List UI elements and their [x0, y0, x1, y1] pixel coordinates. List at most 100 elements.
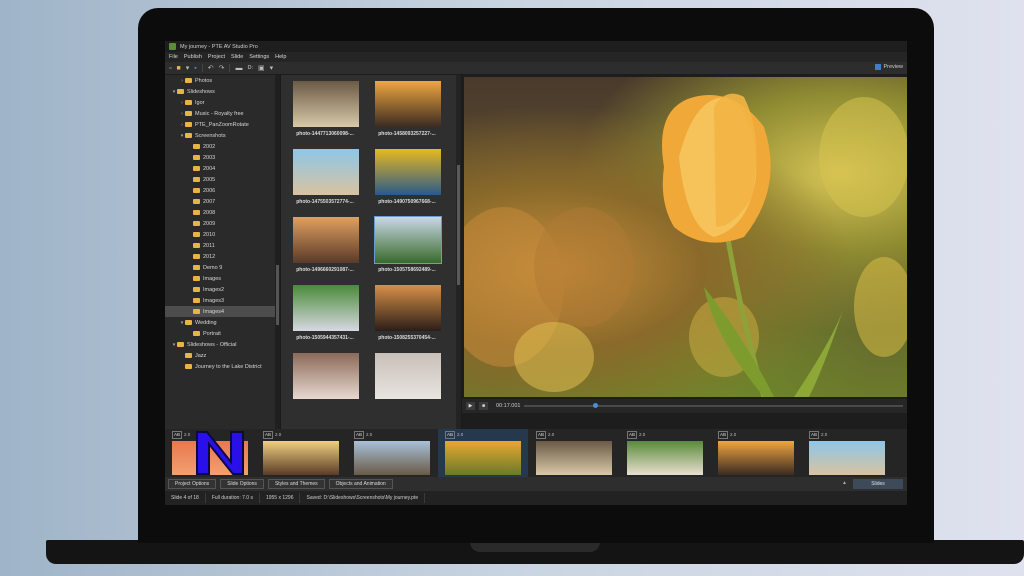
timeline-slide[interactable]: AB2.05. photo-1447713066098-74c...	[529, 429, 619, 477]
thumbnail-caption: photo-1505944357431-...	[296, 335, 354, 341]
play-icon[interactable]: ▶	[466, 402, 475, 410]
scrollbar-thumb[interactable]	[457, 165, 460, 285]
ab-badge[interactable]: AB	[627, 431, 638, 439]
folder-tree-item[interactable]: › Photos	[165, 75, 280, 86]
playback-slider-handle[interactable]	[592, 403, 598, 408]
folder-tree-item[interactable]: 2011	[165, 240, 280, 251]
ab-badge[interactable]: AB	[354, 431, 365, 439]
photo-thumbnail[interactable]: photo-1505944357431-...	[285, 281, 365, 347]
folder-tree-item[interactable]: › Igor	[165, 97, 280, 108]
preview-label: Preview	[883, 64, 903, 70]
open-folder-icon[interactable]: ■	[176, 65, 180, 72]
folder-icon	[193, 243, 200, 248]
preview-icon	[875, 64, 882, 70]
timeline-slide[interactable]: AB2.06. 1	[620, 429, 710, 477]
folder-tree-item[interactable]: ▾ Screenshots	[165, 130, 280, 141]
folder-tree-item[interactable]: Demo 9	[165, 262, 280, 273]
tulip-illustration	[464, 93, 907, 397]
preview-button[interactable]: Preview	[875, 64, 903, 70]
tab-objects-and-animation[interactable]: Objects and Animation	[328, 479, 393, 489]
folder-tree-item[interactable]: › Music - Royalty free	[165, 108, 280, 119]
file-browser-scrollbar[interactable]	[456, 75, 461, 429]
dropdown-icon[interactable]: ▾	[186, 65, 190, 72]
folder-icon	[193, 331, 200, 336]
ab-badge[interactable]: AB	[718, 431, 729, 439]
folder-tree-item[interactable]: Images	[165, 273, 280, 284]
folder-tree-item[interactable]: 2005	[165, 174, 280, 185]
scrollbar-thumb[interactable]	[276, 265, 279, 325]
ab-badge[interactable]: AB	[172, 431, 183, 439]
folder-tree-item[interactable]: 2002	[165, 141, 280, 152]
folder-tree-item[interactable]: Jazz	[165, 350, 280, 361]
folder-tree-item[interactable]: ▾ Wedding	[165, 317, 280, 328]
folder-tree-item[interactable]: ▾ Slideshows	[165, 86, 280, 97]
folder-icon	[185, 100, 192, 105]
ab-badge[interactable]: AB	[809, 431, 820, 439]
folder-tree-item[interactable]: 2012	[165, 251, 280, 262]
folder-tree-item[interactable]: ▾ Slideshows - Official	[165, 339, 280, 350]
tab-project-options[interactable]: Project Options	[168, 479, 217, 489]
folder-tree-item[interactable]: 2004	[165, 163, 280, 174]
photo-thumbnail[interactable]: photo-1490750967668-...	[367, 145, 447, 211]
slides-button[interactable]: Slides	[853, 479, 903, 489]
save-icon[interactable]: ▪	[194, 65, 196, 72]
folder-icon	[185, 122, 192, 127]
view-mode-icon[interactable]: ▣	[258, 65, 265, 72]
photo-thumbnail[interactable]	[367, 349, 447, 415]
drive-icon[interactable]: ▬	[235, 65, 242, 72]
folder-tree-scrollbar[interactable]	[275, 75, 280, 429]
folder-icon	[177, 342, 184, 347]
folder-tree-item[interactable]: Images3	[165, 295, 280, 306]
folder-tree-item[interactable]: › PTE_PanZoomRotate	[165, 119, 280, 130]
ab-badge[interactable]: AB	[263, 431, 274, 439]
thumbnail-caption: photo-1447713060098-...	[296, 131, 354, 137]
folder-tree-item[interactable]: Images2	[165, 284, 280, 295]
tab-slide-options[interactable]: Slide Options	[220, 479, 264, 489]
folder-tree-item[interactable]: 2003	[165, 152, 280, 163]
timeline-slide[interactable]: AB2.07. photo-1458092527227-0f5...	[711, 429, 801, 477]
playback-slider[interactable]	[524, 403, 903, 408]
folder-icon	[193, 298, 200, 303]
folder-label: 2008	[203, 209, 216, 216]
photo-thumbnail[interactable]: photo-1505758692489-...	[367, 213, 447, 279]
folder-tree-item[interactable]: Portrait	[165, 328, 280, 339]
folder-tree-item[interactable]: 2007	[165, 196, 280, 207]
folder-tree-item[interactable]: 2009	[165, 218, 280, 229]
slide-thumbnail-image	[627, 441, 703, 475]
photo-thumbnail[interactable]: photo-1496660291087-...	[285, 213, 365, 279]
timeline-slide[interactable]: AB2.03. photo-143439417884-0b0...	[347, 429, 437, 477]
drive-label[interactable]: D:	[247, 65, 253, 71]
photo-thumbnail[interactable]: photo-1508255370454-...	[367, 281, 447, 347]
ab-badge[interactable]: AB	[445, 431, 456, 439]
folder-label: Igor	[195, 99, 205, 106]
menu-project[interactable]: Project	[208, 54, 225, 60]
stop-icon[interactable]: ■	[479, 402, 488, 410]
timeline-slide[interactable]: AB2.04. photo-142255806704-1f8f...	[438, 429, 528, 477]
timeline-slide[interactable]: AB2.08. photo-1475503572774-15a...	[802, 429, 892, 477]
photo-thumbnail[interactable]: photo-1458093257227-...	[367, 77, 447, 143]
menu-publish[interactable]: Publish	[184, 54, 202, 60]
menu-file[interactable]: File	[169, 54, 178, 60]
ab-badge[interactable]: AB	[536, 431, 547, 439]
folder-tree-item[interactable]: 2008	[165, 207, 280, 218]
menu-bar: File Publish Project Slide Settings Help	[165, 52, 907, 62]
tab-styles-and-themes[interactable]: Styles and Themes	[267, 479, 325, 489]
menu-help[interactable]: Help	[275, 54, 286, 60]
thumbnail-caption: photo-1505758692489-...	[378, 267, 436, 273]
folder-tree-item[interactable]: Images4	[165, 306, 280, 317]
status-bar: Slide 4 of 18 Full duration: 7.0 s 1955 …	[165, 491, 907, 505]
photo-thumbnail[interactable]: photo-1447713060098-...	[285, 77, 365, 143]
photo-thumbnail[interactable]	[285, 349, 365, 415]
folder-tree-item[interactable]: Journey to the Lake District	[165, 361, 280, 372]
new-file-icon[interactable]: ▫	[169, 65, 171, 72]
timeline-slide[interactable]: AB2.02. photo-142927765502-eed...	[256, 429, 346, 477]
collapse-arrow-icon[interactable]: ▲	[842, 480, 847, 486]
view-dropdown-icon[interactable]: ▾	[270, 65, 274, 72]
menu-settings[interactable]: Settings	[249, 54, 269, 60]
redo-icon[interactable]: ↷	[219, 65, 225, 72]
menu-slide[interactable]: Slide	[231, 54, 243, 60]
undo-icon[interactable]: ↶	[208, 65, 214, 72]
folder-tree-item[interactable]: 2010	[165, 229, 280, 240]
folder-tree-item[interactable]: 2006	[165, 185, 280, 196]
photo-thumbnail[interactable]: photo-1475503572774-...	[285, 145, 365, 211]
